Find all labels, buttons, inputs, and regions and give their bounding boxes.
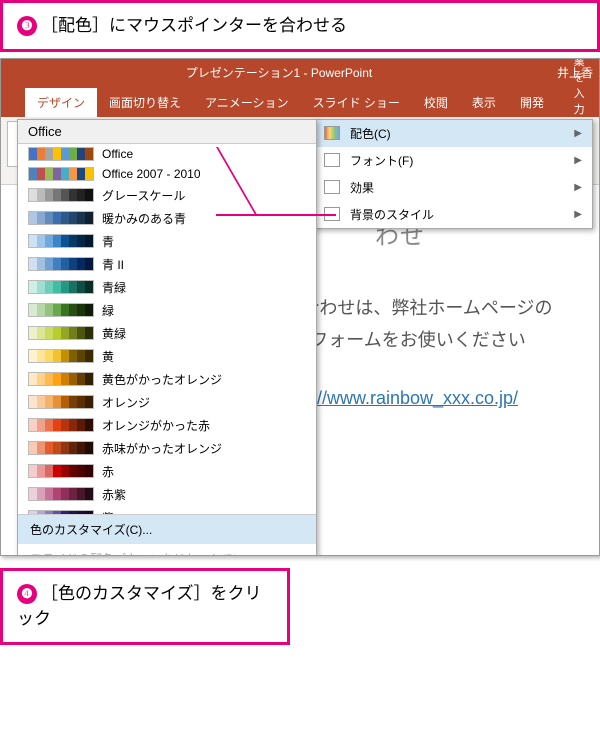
menu-item-effects[interactable]: 効果 ▶ [314, 174, 592, 201]
chevron-right-icon: ▶ [574, 209, 582, 220]
chevron-right-icon: ▶ [574, 155, 582, 166]
tab-review[interactable]: 校閲 [412, 88, 460, 117]
scheme-label: 赤味がかったオレンジ [102, 440, 222, 457]
tell-me-text: 実行したい作業を入力 [574, 58, 593, 117]
menu-item-background[interactable]: 背景のスタイル ▶ [314, 201, 592, 228]
scheme-row[interactable]: Office 2007 - 2010 [18, 164, 316, 184]
menu-label: 配色(C) [350, 125, 391, 142]
reset-colors-button: スライドの配色パターンをリセット(R) [18, 544, 316, 556]
swatch-strip [28, 464, 94, 478]
scheme-label: 黄色がかったオレンジ [102, 371, 222, 388]
palette-icon [324, 126, 340, 140]
scheme-label: 暖かみのある青 [102, 210, 186, 227]
chevron-right-icon: ▶ [574, 182, 582, 193]
scheme-row[interactable]: 緑 [18, 299, 316, 322]
tab-transitions[interactable]: 画面切り替え [97, 88, 193, 117]
scheme-label: 赤紫 [102, 486, 126, 503]
powerpoint-window: プレゼンテーション1 - PowerPoint 井上香 デザイン 画面切り替え … [0, 58, 600, 556]
scheme-row[interactable]: グレースケール [18, 184, 316, 207]
effects-icon [324, 180, 340, 194]
swatch-strip [28, 510, 94, 514]
scheme-label: 緑 [102, 302, 114, 319]
scheme-row[interactable]: 赤 [18, 460, 316, 483]
swatch-strip [28, 395, 94, 409]
swatch-strip [28, 167, 94, 181]
scheme-row[interactable]: 青緑 [18, 276, 316, 299]
swatch-strip [28, 487, 94, 501]
scheme-label: 青緑 [102, 279, 126, 296]
customize-colors-button[interactable]: 色のカスタマイズ(C)... [18, 515, 316, 544]
scheme-row[interactable]: 紫 [18, 506, 316, 514]
scheme-row[interactable]: 黄 [18, 345, 316, 368]
menu-label: 効果 [350, 179, 374, 196]
ribbon-tabs: デザイン 画面切り替え アニメーション スライド ショー 校閲 表示 開発 💡 … [1, 87, 599, 117]
swatch-strip [28, 147, 94, 161]
panel-footer: 色のカスタマイズ(C)... スライドの配色パターンをリセット(R) [18, 514, 316, 556]
scheme-row[interactable]: オレンジ [18, 391, 316, 414]
swatch-strip [28, 211, 94, 225]
callout-text: ［配色］にマウスポインターを合わせる [41, 16, 347, 35]
scheme-row[interactable]: 青 [18, 230, 316, 253]
swatch-strip [28, 418, 94, 432]
title-bar: プレゼンテーション1 - PowerPoint 井上香 [1, 59, 599, 87]
scheme-label: グレースケール [102, 187, 185, 204]
tab-animations[interactable]: アニメーション [193, 88, 301, 117]
scheme-row[interactable]: オレンジがかった赤 [18, 414, 316, 437]
swatch-strip [28, 257, 94, 271]
callout-number: ❹ [17, 584, 37, 604]
scheme-row[interactable]: 青 II [18, 253, 316, 276]
scheme-label: 紫 [102, 509, 114, 514]
scheme-label: Office [102, 147, 133, 161]
tab-view[interactable]: 表示 [460, 88, 508, 117]
tell-me[interactable]: 💡 実行したい作業を入力 [556, 58, 599, 117]
callout-number: ❸ [17, 16, 37, 36]
scheme-label: オレンジ [102, 394, 150, 411]
menu-label: 背景のスタイル [350, 206, 434, 223]
scheme-row[interactable]: Office [18, 144, 316, 164]
swatch-strip [28, 441, 94, 455]
scheme-row[interactable]: 黄緑 [18, 322, 316, 345]
font-icon [324, 153, 340, 167]
swatch-strip [28, 303, 94, 317]
scheme-label: Office 2007 - 2010 [102, 167, 201, 181]
scheme-row[interactable]: 赤紫 [18, 483, 316, 506]
chevron-right-icon: ▶ [574, 128, 582, 139]
color-scheme-panel: Office Office Office 2007 - 2010 グレースケール暖か… [17, 119, 317, 556]
swatch-strip [28, 280, 94, 294]
scheme-label: 黄 [102, 348, 114, 365]
scheme-label: 青 [102, 233, 114, 250]
menu-label: フォント(F) [350, 152, 413, 169]
window-title: プレゼンテーション1 - PowerPoint [1, 64, 557, 81]
scheme-label: オレンジがかった赤 [102, 417, 210, 434]
scheme-list[interactable]: OfficeOffice 2007 - 2010グレースケール暖かみのある青青青… [18, 144, 316, 514]
swatch-strip [28, 326, 94, 340]
swatch-strip [28, 372, 94, 386]
scheme-row[interactable]: 暖かみのある青 [18, 207, 316, 230]
menu-item-colors[interactable]: 配色(C) ▶ [314, 120, 592, 147]
tab-slideshow[interactable]: スライド ショー [301, 88, 412, 117]
callout-top: ❸［配色］にマウスポインターを合わせる [0, 0, 600, 52]
swatch-strip [28, 234, 94, 248]
tab-developer[interactable]: 開発 [508, 88, 556, 117]
callout-bottom: ❹［色のカスタマイズ］をクリック [0, 568, 290, 645]
swatch-strip [28, 188, 94, 202]
annotation-leader [216, 214, 336, 216]
scheme-row[interactable]: 赤味がかったオレンジ [18, 437, 316, 460]
tab-design[interactable]: デザイン [25, 88, 97, 117]
menu-item-fonts[interactable]: フォント(F) ▶ [314, 147, 592, 174]
swatch-strip [28, 349, 94, 363]
panel-header: Office [18, 120, 316, 144]
variant-options-menu: 配色(C) ▶ フォント(F) ▶ 効果 ▶ 背景のスタイル ▶ [313, 119, 593, 229]
callout-text: ［色のカスタマイズ］をクリック [17, 584, 262, 629]
scheme-row[interactable]: 黄色がかったオレンジ [18, 368, 316, 391]
scheme-label: 赤 [102, 463, 114, 480]
scheme-label: 黄緑 [102, 325, 126, 342]
scheme-label: 青 II [102, 256, 124, 273]
tab-blank[interactable] [1, 105, 25, 117]
